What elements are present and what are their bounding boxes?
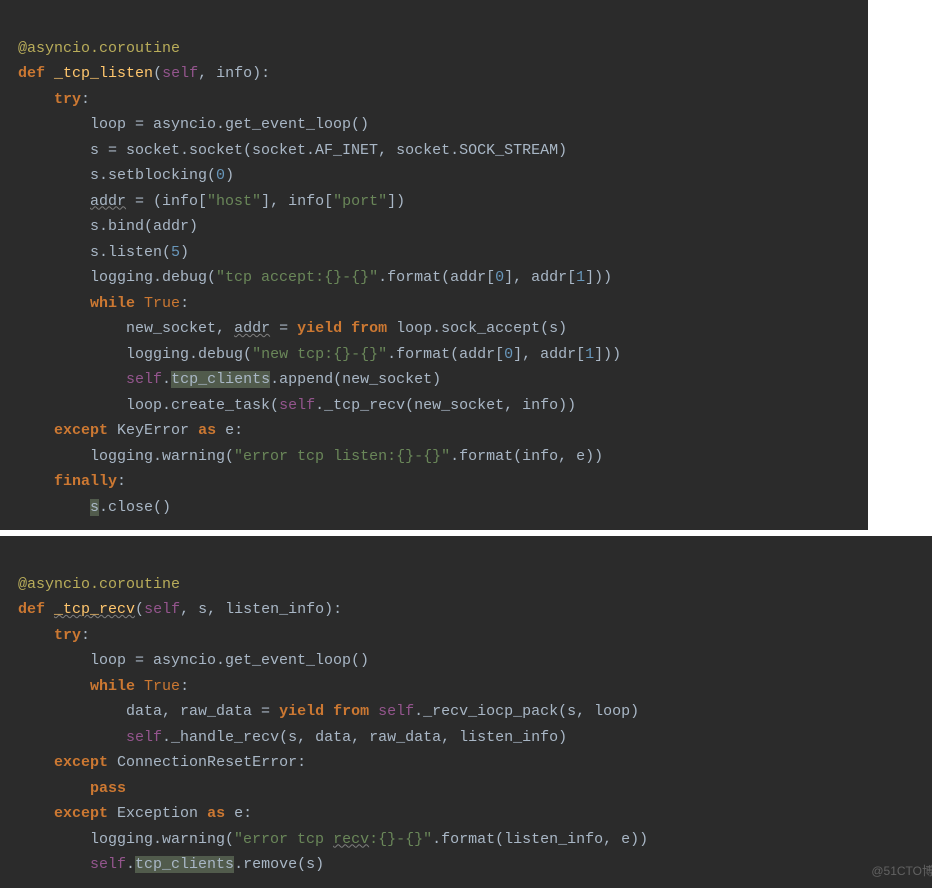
line: logging.warning("error tcp recv:{}-{}".f… [18, 831, 648, 848]
line: new_socket, addr = yield from loop.sock_… [18, 320, 567, 337]
line: @asyncio.coroutine [18, 40, 180, 57]
watermark: @51CTO博客 [871, 861, 932, 881]
code-block-1: @asyncio.coroutine def _tcp_listen(self,… [0, 0, 868, 530]
line: s = socket.socket(socket.AF_INET, socket… [18, 142, 567, 159]
line: finally: [18, 473, 126, 490]
line: s.bind(addr) [18, 218, 198, 235]
line: while True: [18, 678, 189, 695]
line: s.setblocking(0) [18, 167, 234, 184]
line: loop.create_task(self._tcp_recv(new_sock… [18, 397, 576, 414]
line: logging.debug("tcp accept:{}-{}".format(… [18, 269, 612, 286]
code-block-2: @asyncio.coroutine def _tcp_recv(self, s… [0, 536, 932, 888]
line: except ConnectionResetError: [18, 754, 306, 771]
line: loop = asyncio.get_event_loop() [18, 116, 369, 133]
line: except KeyError as e: [18, 422, 243, 439]
line: pass [18, 780, 126, 797]
line: s.close() [18, 499, 171, 516]
line: @asyncio.coroutine [18, 576, 180, 593]
line: addr = (info["host"], info["port"]) [18, 193, 405, 210]
line: except Exception as e: [18, 805, 252, 822]
line: while True: [18, 295, 189, 312]
line: data, raw_data = yield from self._recv_i… [18, 703, 639, 720]
line: logging.debug("new tcp:{}-{}".format(add… [18, 346, 621, 363]
decorator: @asyncio.coroutine [18, 40, 180, 57]
line: try: [18, 627, 90, 644]
line: self._handle_recv(s, data, raw_data, lis… [18, 729, 567, 746]
line: logging.warning("error tcp listen:{}-{}"… [18, 448, 603, 465]
line: self.tcp_clients.append(new_socket) [18, 371, 441, 388]
line: def _tcp_listen(self, info): [18, 65, 270, 82]
decorator: @asyncio.coroutine [18, 576, 180, 593]
line: def _tcp_recv(self, s, listen_info): [18, 601, 342, 618]
line: try: [18, 91, 90, 108]
line: loop = asyncio.get_event_loop() [18, 652, 369, 669]
line: self.tcp_clients.remove(s) [18, 856, 324, 873]
line: s.listen(5) [18, 244, 189, 261]
